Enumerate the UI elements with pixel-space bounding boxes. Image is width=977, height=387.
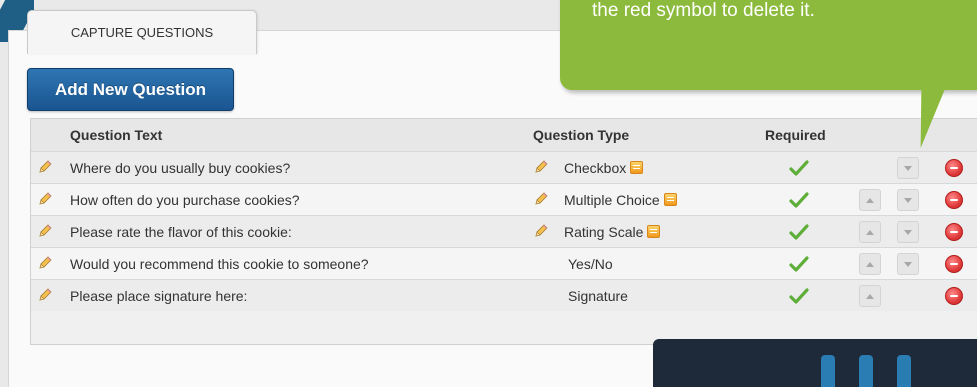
move-up-arrow-icon[interactable] <box>859 285 881 307</box>
edit-type-pencil-icon[interactable] <box>533 223 549 239</box>
delete-question-icon[interactable] <box>945 191 963 209</box>
add-button-label: Add New Question <box>54 79 207 99</box>
move-down-arrow-icon[interactable] <box>897 157 919 179</box>
move-down-arrow-icon[interactable] <box>897 253 919 275</box>
question-text: Where do you usually buy cookies? <box>70 160 291 176</box>
question-type-label: Signature <box>568 288 628 304</box>
table-row: Where do you usually buy cookies? Checkbo… <box>31 151 977 183</box>
move-up-arrow-icon[interactable] <box>859 221 881 243</box>
edit-question-pencil-icon[interactable] <box>37 255 53 271</box>
required-checkmark-icon <box>789 256 809 272</box>
table-row: How often do you purchase cookies? Multip… <box>31 183 977 215</box>
question-type-label: Checkbox <box>564 160 627 176</box>
callout-text: the red symbol to delete it. <box>592 0 815 21</box>
edit-question-pencil-icon[interactable] <box>37 159 53 175</box>
move-up-arrow-icon[interactable] <box>859 189 881 211</box>
delete-question-icon[interactable] <box>945 255 963 273</box>
question-type: Yes/No <box>568 256 613 272</box>
edit-question-pencil-icon[interactable] <box>37 287 53 303</box>
table-row: Please rate the flavor of this cookie: Ra… <box>31 215 977 247</box>
edit-question-pencil-icon[interactable] <box>37 223 53 239</box>
required-checkmark-icon <box>789 288 809 304</box>
delete-question-icon[interactable] <box>945 287 963 305</box>
required-checkmark-icon <box>789 160 809 176</box>
table-row: Please place signature here: Signature <box>31 279 977 311</box>
move-down-arrow-icon[interactable] <box>897 189 919 211</box>
column-question-text: Question Text <box>70 127 163 143</box>
tab-label: CAPTURE QUESTIONS <box>70 25 214 40</box>
question-type-label: Multiple Choice <box>564 192 660 208</box>
questions-table: Question Text Question Type Required Whe… <box>30 118 977 345</box>
question-text: How often do you purchase cookies? <box>70 192 300 208</box>
delete-question-icon[interactable] <box>945 223 963 241</box>
question-type: Signature <box>568 288 628 304</box>
move-down-arrow-icon[interactable] <box>897 221 919 243</box>
delete-question-icon[interactable] <box>945 159 963 177</box>
question-type-label: Rating Scale <box>564 224 644 240</box>
table-header: Question Text Question Type Required <box>31 119 977 151</box>
question-text: Please place signature here: <box>70 288 248 304</box>
question-type: Multiple Choice <box>564 192 677 208</box>
required-checkmark-icon <box>789 192 809 208</box>
required-checkmark-icon <box>789 224 809 240</box>
column-required: Required <box>765 127 826 143</box>
settings-badge-icon[interactable] <box>647 224 661 238</box>
question-type: Rating Scale <box>564 224 661 240</box>
question-text: Would you recommend this cookie to someo… <box>70 256 369 272</box>
question-type: Checkbox <box>564 160 644 176</box>
edit-type-pencil-icon[interactable] <box>533 191 549 207</box>
tab-capture-questions[interactable]: CAPTURE QUESTIONS <box>27 10 257 54</box>
settings-badge-icon[interactable] <box>630 160 644 174</box>
question-text: Please rate the flavor of this cookie: <box>70 224 292 240</box>
edit-question-pencil-icon[interactable] <box>37 191 53 207</box>
edit-type-pencil-icon[interactable] <box>533 159 549 175</box>
column-question-type: Question Type <box>533 127 630 143</box>
settings-badge-icon[interactable] <box>663 192 677 206</box>
table-row: Would you recommend this cookie to someo… <box>31 247 977 279</box>
question-type-label: Yes/No <box>568 256 613 272</box>
video-thumbnail <box>653 339 977 387</box>
move-up-arrow-icon[interactable] <box>859 253 881 275</box>
add-new-question-button[interactable]: Add New Question <box>27 68 234 111</box>
